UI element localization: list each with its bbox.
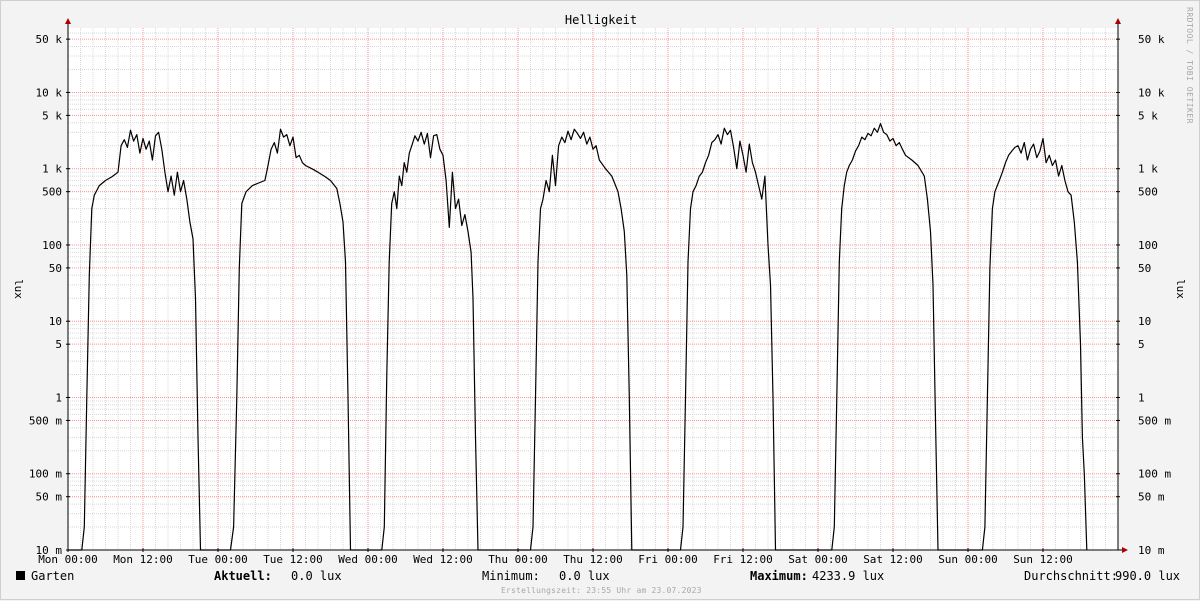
y-tick-label: 500 m [29, 414, 62, 427]
graph-frame: 50 k 50 k 10 k 10 k5 k5 k1 k1 k 500 500 100 100… [0, 0, 1200, 600]
x-tick-label: Fri 00:00 [638, 553, 698, 566]
y-tick-label: 10 [49, 315, 62, 328]
y-tick-label-right: 5 [1138, 338, 1145, 351]
chart-title: Helligkeit [565, 13, 637, 27]
y-tick-label: 50 k [36, 33, 63, 46]
y-tick-label-right: 50 m [1138, 491, 1165, 504]
y-tick-label: 100 [42, 239, 62, 252]
rrdtool-watermark: RRDTOOL / TOBI OETIKER [1185, 7, 1194, 124]
x-tick-label: Fri 12:00 [713, 553, 773, 566]
x-tick-label: Mon 12:00 [113, 553, 173, 566]
x-tick-label: Sun 00:00 [938, 553, 998, 566]
y-tick-label: 5 [55, 338, 62, 351]
x-tick-label: Sun 12:00 [1013, 553, 1073, 566]
x-tick-label: Sat 12:00 [863, 553, 923, 566]
x-axis-arrow [1122, 547, 1128, 553]
y-tick-label-right: 1 k [1138, 163, 1158, 176]
y-axis-left-arrow [65, 18, 71, 24]
y-tick-label: 10 k [36, 86, 63, 99]
legend-series-name: Garten [31, 569, 75, 583]
brightness-chart: 50 k 50 k 10 k 10 k 5 k 5 k 1 k 1 k 500 500 100 100… [12, 13, 1187, 566]
legend-minimum-label: Minimum: [482, 569, 540, 583]
y-tick-label: 1 k [42, 163, 62, 176]
legend-average-label: Durchschnitt: [1024, 569, 1118, 583]
creation-time-credit: Erstellungszeit: 23:55 Uhr am 23.07.2023 [501, 586, 702, 595]
y-tick-label: 5 k [42, 109, 62, 122]
legend-average-value: 990.0 lux [1115, 569, 1181, 583]
x-tick-label: Wed 12:00 [413, 553, 473, 566]
y-tick-label-right: 100 [1138, 239, 1158, 252]
y-tick-label: 1 [55, 391, 62, 404]
y-tick-label-right: 500 m [1138, 414, 1171, 427]
y-tick-label-right: 50 k [1138, 33, 1165, 46]
x-tick-label: Sat 00:00 [788, 553, 848, 566]
y-tick-label: 100 m [29, 468, 62, 481]
y-tick-label-right: 10 m [1138, 544, 1165, 557]
legend-minimum-value: 0.0 lux [559, 569, 610, 583]
y-axis-right-arrow [1115, 18, 1121, 24]
legend-current-value: 0.0 lux [291, 569, 342, 583]
x-tick-label: Thu 12:00 [563, 553, 623, 566]
x-tick-label: Tue 12:00 [263, 553, 323, 566]
y-tick-label-right: 100 m [1138, 468, 1171, 481]
y-tick-label-right: 10 k [1138, 86, 1165, 99]
x-tick-label: Thu 00:00 [488, 553, 548, 566]
y-tick-label: 50 m [36, 491, 63, 504]
legend-maximum-label: Maximum: [750, 569, 808, 583]
y-tick-label: 50 [49, 262, 62, 275]
y-tick-label-right: 500 [1138, 186, 1158, 199]
y-tick-label: 500 [42, 186, 62, 199]
legend-swatch-garten [16, 571, 25, 580]
x-tick-label: Mon 00:00 [38, 553, 98, 566]
legend-current-label: Aktuell: [214, 569, 272, 583]
x-tick-label: Wed 00:00 [338, 553, 398, 566]
y-tick-label-right: 10 [1138, 315, 1151, 328]
y-tick-label-right: 1 [1138, 391, 1145, 404]
y-axis-label-left: lux [12, 279, 25, 299]
y-tick-label-right: 50 [1138, 262, 1151, 275]
legend-maximum-value: 4233.9 lux [812, 569, 885, 583]
x-tick-label: Tue 00:00 [188, 553, 248, 566]
y-axis-label-right: lux [1174, 279, 1187, 299]
y-tick-label-right: 5 k [1138, 109, 1158, 122]
